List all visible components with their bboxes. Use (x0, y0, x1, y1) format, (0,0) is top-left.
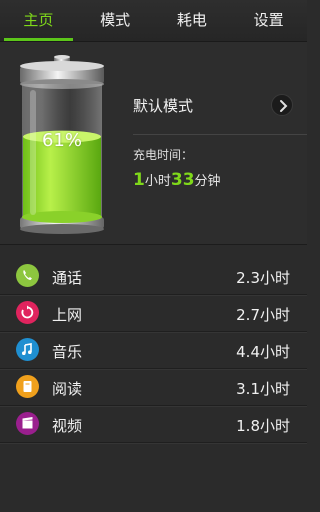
battery-panel: 61% 默认模式 充电时间： 1小时33分钟 (0, 42, 307, 245)
mode-selector[interactable]: 默认模式 (133, 90, 295, 120)
phone-icon (16, 264, 39, 287)
charge-hours-unit: 小时 (144, 174, 171, 189)
list-item-label: 上网 (52, 306, 83, 324)
music-note-icon (16, 338, 39, 361)
list-item-value: 2.7小时 (236, 306, 290, 324)
list-item-value: 4.4小时 (236, 343, 290, 361)
battery-graphic: 61% (16, 54, 108, 236)
list-item-reading[interactable]: 阅读 3.1小时 (0, 369, 307, 406)
chevron-right-icon[interactable] (271, 94, 293, 116)
list-item-label: 阅读 (52, 380, 83, 398)
usage-list: 通话 2.3小时 上网 2.7小时 音乐 4.4小时 阅读 3.1小时 视频 1… (0, 258, 307, 443)
charge-minutes: 33 (170, 170, 195, 190)
list-item-label: 通话 (52, 269, 83, 287)
mode-label: 默认模式 (133, 97, 194, 115)
charge-time-value: 1小时33分钟 (133, 170, 221, 190)
charge-time-label: 充电时间： (133, 148, 194, 162)
tab-mode[interactable]: 模式 (77, 0, 154, 41)
tab-bar: 主页 模式 耗电 设置 (0, 0, 307, 42)
tab-consumption[interactable]: 耗电 (154, 0, 231, 41)
list-item-music[interactable]: 音乐 4.4小时 (0, 332, 307, 369)
refresh-icon (16, 301, 39, 324)
book-icon (16, 375, 39, 398)
charge-minutes-unit: 分钟 (194, 174, 221, 189)
battery-level-text: 61% (41, 130, 82, 151)
list-item-value: 2.3小时 (236, 269, 290, 287)
list-item-video[interactable]: 视频 1.8小时 (0, 406, 307, 443)
list-item-value: 1.8小时 (236, 417, 290, 435)
tab-home[interactable]: 主页 (0, 0, 77, 41)
list-item-label: 视频 (52, 417, 83, 435)
list-item-label: 音乐 (52, 343, 83, 361)
list-item-call[interactable]: 通话 2.3小时 (0, 258, 307, 295)
divider (133, 134, 307, 135)
tab-settings[interactable]: 设置 (230, 0, 307, 41)
charge-hours: 1 (133, 170, 145, 190)
list-item-web[interactable]: 上网 2.7小时 (0, 295, 307, 332)
video-icon (16, 412, 39, 435)
list-item-value: 3.1小时 (236, 380, 290, 398)
